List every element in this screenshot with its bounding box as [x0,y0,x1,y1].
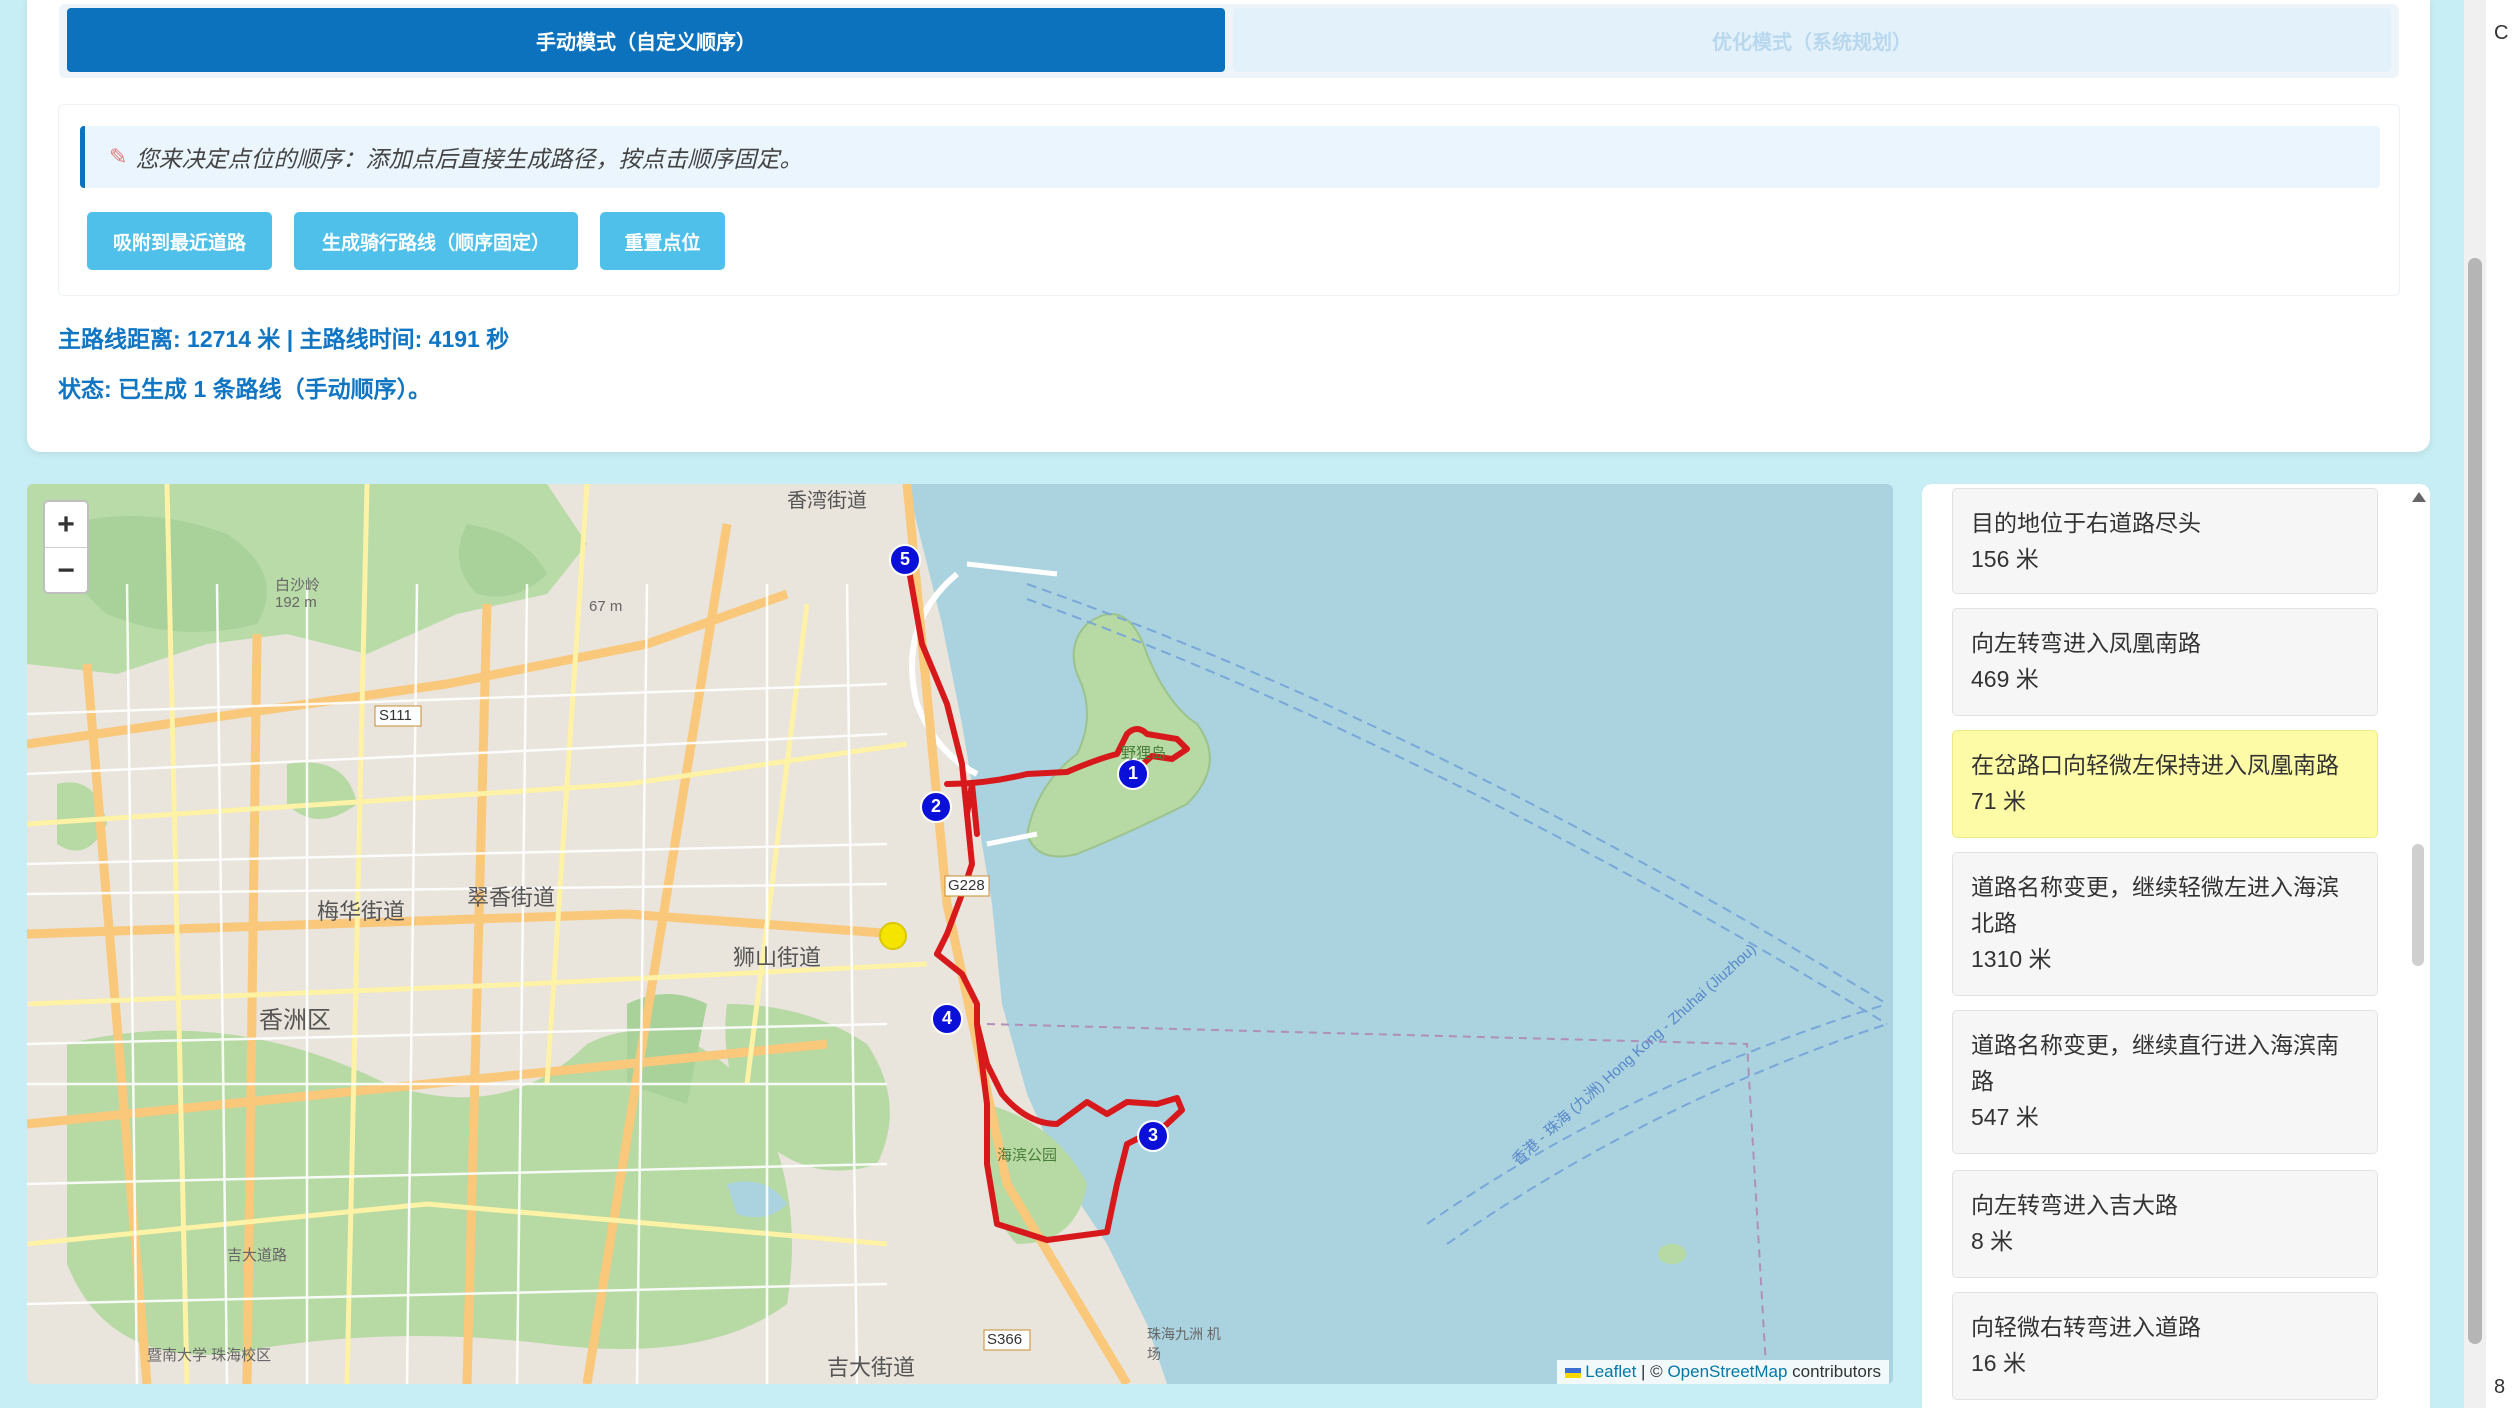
step-distance: 547 米 [1971,1104,2039,1130]
ukraine-flag-icon [1564,1367,1581,1378]
direction-step[interactable]: 向左转弯进入吉大路 8 米 [1952,1170,2378,1278]
map-label-s366: S366 [987,1331,1023,1348]
snap-to-road-button[interactable]: 吸附到最近道路 [87,212,272,270]
map-label-hk-street: 香湾街道 [787,490,867,512]
manual-notice: ✎ 您来决定点位的顺序：添加点后直接生成路径，按点击顺序固定。 [80,126,2380,188]
directions-panel[interactable]: 目的地位于右道路尽头 156 米 向左转弯进入凤凰南路 469 米 在岔路口向轻… [1922,484,2430,1408]
direction-step[interactable]: 向左转弯进入凤凰南路 469 米 [1952,608,2378,716]
step-distance: 1310 米 [1971,946,2052,972]
tab-manual-mode[interactable]: 手动模式（自定义顺序） [67,8,1225,72]
zoom-control: + − [43,500,89,594]
osm-link[interactable]: OpenStreetMap [1667,1362,1787,1381]
step-instruction: 道路名称变更，继续轻微左进入海滨北路 [1971,874,2339,936]
zoom-in-button[interactable]: + [45,502,87,547]
map-label-s111: S111 [379,707,412,724]
map-label-yelang: 野狸岛 [1121,745,1167,762]
edge-char-bottom: 8 [2494,1376,2506,1398]
step-instruction: 向轻微右转弯进入道路 [1971,1314,2201,1340]
map-label-cuixiang: 翠香街道 [467,885,556,910]
step-instruction: 目的地位于右道路尽头 [1971,510,2201,536]
map-label-jida: 吉大街道 [827,1355,916,1380]
map-label-shishan: 狮山街道 [733,945,822,970]
map-label-jinan: 暨南大学 珠海校区 [147,1347,272,1364]
step-distance: 71 米 [1971,788,2026,814]
map-label-baili: 白沙岭 [275,577,321,594]
route-map[interactable]: 1 2 3 4 5 G228 S111 S366 香湾街道 香洲区 梅华街道 翠… [27,484,1893,1384]
step-distance: 16 米 [1971,1350,2026,1376]
map-marker-1[interactable]: 1 [1125,763,1141,784]
map-tiles [27,484,1888,1384]
direction-step[interactable]: 道路名称变更，继续轻微左进入海滨北路 1310 米 [1952,852,2378,996]
adjacent-window-edge [2486,0,2512,1408]
generate-route-button[interactable]: 生成骑行路线（顺序固定） [294,212,578,270]
map-label-airport: 珠海九洲 机场 [1147,1326,1221,1362]
pencil-icon: ✎ [109,144,128,169]
directions-scrollbar[interactable] [2412,844,2424,966]
map-label-jida-road: 吉大道路 [227,1247,288,1264]
zoom-out-button[interactable]: − [45,547,87,593]
direction-step[interactable]: 向轻微右转弯进入道路 16 米 [1952,1292,2378,1400]
tab-optimized-mode[interactable]: 优化模式（系统规划） [1233,8,2391,72]
step-instruction: 向左转弯进入凤凰南路 [1971,630,2201,656]
edge-char-top: C [2494,22,2509,44]
step-instruction: 在岔路口向轻微左保持进入凤凰南路 [1971,752,2339,778]
page-scrollbar-thumb[interactable] [2468,258,2482,1344]
leaflet-link[interactable]: Leaflet [1585,1362,1636,1381]
scroll-up-arrow-icon[interactable] [2412,492,2426,502]
map-label-haibin-park: 海滨公园 [997,1147,1058,1164]
step-distance: 8 米 [1971,1228,2014,1254]
direction-step[interactable]: 道路名称变更，继续直行进入海滨南路 547 米 [1952,1010,2378,1154]
step-distance: 156 米 [1971,546,2039,572]
map-label-xiangzhou: 香洲区 [259,1007,331,1034]
map-label-meihua: 梅华街道 [317,899,406,924]
notice-text: 您来决定点位的顺序：添加点后直接生成路径，按点击顺序固定。 [135,146,803,172]
map-label-peak67: 67 m [589,598,623,615]
attribution-separator: | © [1636,1362,1668,1381]
reset-points-button[interactable]: 重置点位 [600,212,725,270]
direction-step-highlighted[interactable]: 在岔路口向轻微左保持进入凤凰南路 71 米 [1952,730,2378,838]
map-marker-4[interactable]: 4 [939,1008,955,1029]
map-marker-2[interactable]: 2 [928,796,944,817]
route-summary: 主路线距离: 12714 米 | 主路线时间: 4191 秒 [58,326,510,352]
route-status: 状态: 已生成 1 条路线（手动顺序）。 [58,376,432,402]
direction-step[interactable]: 目的地位于右道路尽头 156 米 [1952,488,2378,594]
step-instruction: 道路名称变更，继续直行进入海滨南路 [1971,1032,2339,1094]
map-label-peak192: 192 m [275,594,317,611]
map-marker-5[interactable]: 5 [897,549,913,570]
step-instruction: 向左转弯进入吉大路 [1971,1192,2178,1218]
map-label-g228: G228 [948,877,985,894]
attribution-tail: contributors [1787,1362,1881,1381]
map-marker-3[interactable]: 3 [1145,1125,1161,1146]
mode-tabs: 手动模式（自定义顺序） 优化模式（系统规划） [59,4,2399,78]
map-attribution: Leaflet | © OpenStreetMap contributors [1556,1360,1889,1384]
step-distance: 469 米 [1971,666,2039,692]
